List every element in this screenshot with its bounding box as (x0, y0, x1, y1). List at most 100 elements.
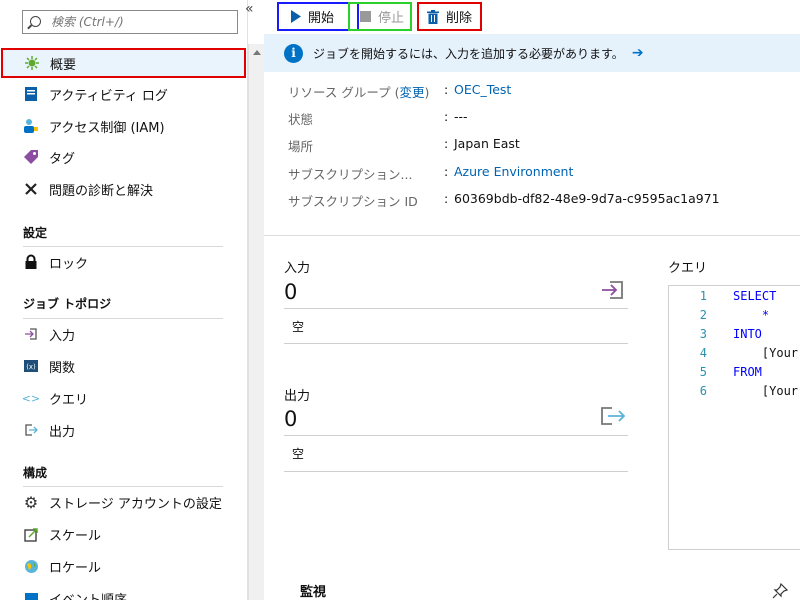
stop-icon (360, 11, 371, 22)
subscription-id-value: 60369bdb-df82-48e9-9d7a-c9595ac1a971 (454, 191, 720, 206)
svg-text:(x): (x) (26, 363, 36, 371)
code-line: 3 INTO (669, 327, 762, 346)
sidebar-item-label: スケール (49, 528, 102, 544)
outputs-divider (284, 471, 628, 472)
pin-icon[interactable] (772, 582, 789, 600)
code-line: 6 [Your (669, 384, 798, 403)
sidebar-item-label: ロック (49, 256, 89, 272)
prop-status: 状態 : --- (288, 109, 468, 127)
delete-button[interactable]: 削除 (417, 2, 482, 31)
inputs-title[interactable]: 入力 (284, 257, 310, 276)
sidebar-item-scale[interactable]: スケール (0, 519, 247, 549)
stop-button[interactable]: 停止 (348, 2, 412, 31)
sidebar-item-access-control[interactable]: アクセス制御 (IAM) (0, 111, 247, 141)
trash-icon (427, 9, 439, 24)
sidebar-item-label: 関数 (49, 360, 76, 376)
collapse-sidebar-button[interactable]: « (245, 2, 259, 18)
line-number: 5 (699, 365, 707, 379)
start-label: 開始 (308, 11, 335, 26)
subscription-link[interactable]: Azure Environment (454, 164, 573, 182)
query-title[interactable]: クエリ (668, 257, 707, 276)
sidebar-item-label: 入力 (49, 328, 76, 344)
prop-subscription: サブスクリプション... : Azure Environment (288, 164, 573, 182)
prop-label: リソース グループ (変更) (288, 82, 444, 100)
toolbar: 開始 停止 削除 (264, 0, 800, 34)
sidebar-item-diagnose[interactable]: 問題の診断と解決 (0, 174, 247, 204)
sidebar-item-locale[interactable]: ロケール (0, 551, 247, 581)
globe-icon (23, 558, 39, 574)
output-icon (23, 422, 39, 438)
sidebar-item-tags[interactable]: タグ (0, 142, 247, 172)
sidebar: 概要 アクティビティ ログ アクセス制御 (IAM) タグ 問題の診断と解決 設… (0, 0, 248, 600)
query-editor[interactable]: 1 SELECT 2 * 3 INTO 4 [Your 5 FROM 6 [Yo… (668, 285, 800, 550)
outputs-divider (284, 435, 628, 436)
code-text: [Your (733, 384, 799, 398)
line-number: 2 (699, 308, 707, 322)
change-resource-group-link[interactable]: 変更 (399, 85, 424, 100)
arrow-right-icon[interactable]: ➔ (632, 45, 644, 61)
sidebar-item-label: アクティビティ ログ (49, 88, 168, 104)
location-label: 場所 (288, 139, 314, 154)
prop-location: 場所 : Japan East (288, 136, 520, 154)
sidebar-item-outputs[interactable]: 出力 (0, 415, 247, 445)
code-line: 5 FROM (669, 365, 762, 384)
resource-group-label-end: ) (424, 85, 430, 100)
sidebar-item-label: アクセス制御 (IAM) (49, 120, 165, 136)
resource-group-link[interactable]: OEC_Test (454, 82, 511, 100)
stop-label: 停止 (378, 11, 405, 26)
sidebar-item-activity-log[interactable]: アクティビティ ログ (0, 79, 247, 109)
sidebar-item-storage-settings[interactable]: ⚙ ストレージ アカウントの設定 (0, 487, 247, 517)
prop-colon: : (444, 109, 449, 124)
code-text: [Your (733, 346, 799, 360)
sidebar-item-lock[interactable]: ロック (0, 247, 247, 277)
info-icon: i (284, 43, 303, 63)
location-value: Japan East (454, 136, 520, 151)
start-button[interactable]: 開始 (277, 2, 359, 31)
sidebar-scrollbar[interactable] (248, 44, 264, 600)
sidebar-item-label: クエリ (49, 392, 89, 408)
section-title-settings: 設定 (23, 226, 48, 240)
search-input[interactable] (51, 13, 235, 31)
scroll-up-arrow-icon[interactable] (253, 50, 261, 55)
sidebar-item-query[interactable]: <> クエリ (0, 383, 247, 413)
code-icon: <> (21, 391, 41, 405)
overview-icon (24, 55, 40, 71)
play-icon (291, 10, 301, 23)
prop-colon: : (444, 136, 449, 151)
sidebar-item-functions[interactable]: (x) 関数 (0, 351, 247, 381)
search-box[interactable] (22, 10, 238, 34)
essentials-divider (264, 235, 800, 236)
line-number: 1 (699, 289, 707, 303)
section-title-topology: ジョブ トポロジ (23, 297, 112, 311)
code-line: 4 [Your (669, 346, 798, 365)
function-icon: (x) (23, 358, 39, 374)
sidebar-item-inputs[interactable]: 入力 (0, 319, 247, 349)
inputs-count: 0 (284, 280, 298, 304)
sidebar-item-label: ロケール (49, 560, 102, 576)
line-number: 4 (699, 346, 707, 360)
delete-label: 削除 (446, 11, 473, 26)
output-icon (600, 406, 626, 430)
inputs-divider (284, 308, 628, 309)
sidebar-item-event-order[interactable]: イベント順序 (0, 583, 247, 600)
resource-group-label: リソース グループ ( (288, 85, 400, 100)
prop-colon: : (444, 164, 449, 179)
input-icon (600, 280, 624, 304)
inputs-empty-text: 空 (292, 320, 305, 334)
outputs-title[interactable]: 出力 (284, 385, 310, 404)
inputs-divider (284, 343, 628, 344)
line-number: 3 (699, 327, 707, 341)
sidebar-item-label: 概要 (50, 57, 77, 73)
code-text: INTO (733, 327, 762, 341)
search-icon (30, 16, 41, 27)
outputs-count: 0 (284, 407, 298, 431)
scale-icon (23, 526, 39, 542)
input-icon (23, 326, 39, 342)
tag-icon (23, 149, 39, 165)
sidebar-item-overview[interactable]: 概要 (1, 48, 246, 78)
info-banner[interactable]: i ジョブを開始するには、入力を追加する必要があります。 ➔ (264, 34, 800, 72)
sidebar-item-label: タグ (49, 151, 76, 167)
subscription-label: サブスクリプション... (288, 167, 413, 182)
prop-subscription-id: サブスクリプション ID : 60369bdb-df82-48e9-9d7a-c… (288, 191, 720, 209)
code-text: FROM (733, 365, 762, 379)
